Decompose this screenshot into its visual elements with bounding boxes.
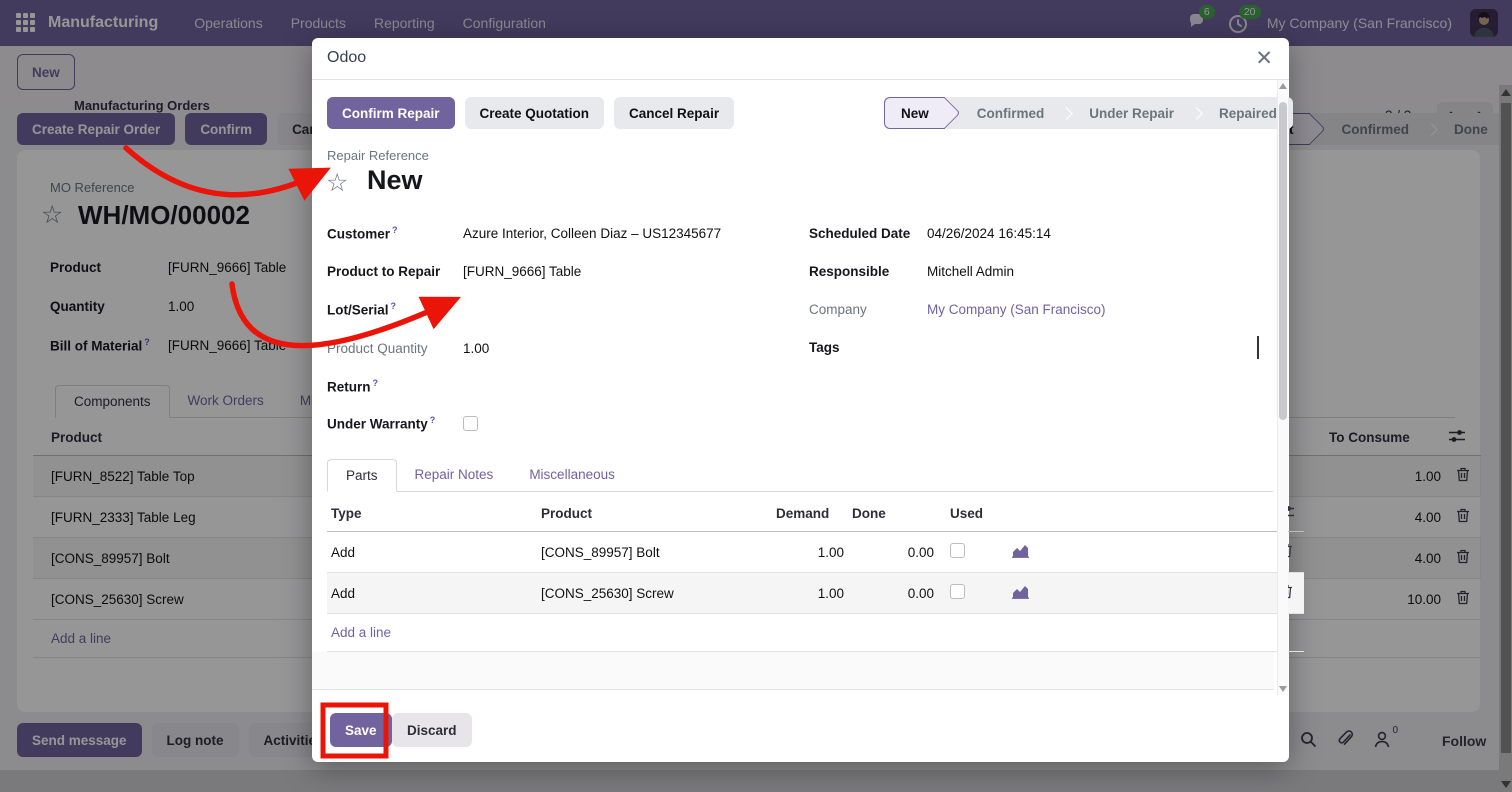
dialog-footer: Save Discard [312,690,1289,762]
repair-reference-value: New [367,165,423,196]
cancel-repair-button[interactable]: Cancel Repair [614,97,734,129]
parts-row[interactable]: Add [CONS_25630] Screw 1.00 0.00 [327,573,1304,614]
part-product[interactable]: [CONS_25630] Screw [537,573,772,614]
lot-serial-label: Lot/Serial [327,302,389,317]
part-done[interactable]: 0.00 [848,573,938,614]
used-checkbox[interactable] [950,584,965,599]
tags-text-cursor [1257,336,1259,359]
part-type[interactable]: Add [327,532,537,573]
product-to-repair-value[interactable]: [FURN_9666] Table [463,264,581,279]
status-new[interactable]: New [884,97,945,129]
product-quantity-label: Product Quantity [327,341,463,356]
close-icon[interactable]: ✕ [1255,46,1273,71]
customer-value[interactable]: Azure Interior, Colleen Diaz – US1234567… [463,226,730,241]
parts-row[interactable]: Add [CONS_89957] Bolt 1.00 0.00 [327,532,1304,573]
part-demand[interactable]: 1.00 [772,573,848,614]
forecast-report-icon[interactable] [1008,532,1268,573]
customer-label: Customer [327,226,390,241]
responsible-value[interactable]: Mitchell Admin [927,264,1014,279]
repair-reference-label: Repair Reference [327,148,429,163]
return-label: Return [327,379,371,394]
repair-order-dialog: Odoo ✕ Confirm Repair Create Quotation C… [312,38,1289,762]
tab-repair-notes[interactable]: Repair Notes [397,459,512,491]
company-value[interactable]: My Company (San Francisco) [927,302,1106,317]
favorite-star-icon[interactable]: ☆ [326,168,348,198]
scheduled-date-label: Scheduled Date [809,226,927,241]
status-confirmed[interactable]: Confirmed [961,106,1061,121]
part-type[interactable]: Add [327,573,537,614]
save-button[interactable]: Save [330,713,392,747]
product-to-repair-label: Product to Repair [327,264,463,279]
tab-miscellaneous[interactable]: Miscellaneous [511,459,633,491]
col-demand[interactable]: Demand [772,496,848,532]
add-a-line-link[interactable]: Add a line [331,625,391,640]
status-separator-icon [1060,107,1073,120]
col-used[interactable]: Used [938,496,1008,532]
company-label: Company [809,302,927,317]
tags-label: Tags [809,340,927,355]
forecast-report-icon[interactable] [1008,573,1268,614]
scroll-down-icon[interactable] [1279,686,1287,692]
notebook-empty-area [312,652,1274,690]
dialog-title: Odoo [327,49,366,67]
dialog-scrollbar[interactable] [1277,80,1288,695]
under-warranty-label: Under Warranty [327,416,428,431]
help-icon[interactable]: ? [392,225,398,235]
under-warranty-checkbox[interactable] [463,416,478,431]
dialog-header: Odoo ✕ [312,38,1289,80]
confirm-repair-button[interactable]: Confirm Repair [327,97,455,129]
scheduled-date-value[interactable]: 04/26/2024 16:45:14 [927,226,1051,241]
discard-button[interactable]: Discard [392,713,472,747]
part-product[interactable]: [CONS_89957] Bolt [537,532,772,573]
col-done[interactable]: Done [848,496,938,532]
status-separator-icon [1190,107,1203,120]
product-quantity-value: 1.00 [463,341,489,356]
dialog-scrollbar-thumb[interactable] [1279,102,1287,420]
repair-statusbar: New Confirmed Under Repair Repaired [884,97,1293,129]
part-done[interactable]: 0.00 [848,532,938,573]
part-demand[interactable]: 1.00 [772,532,848,573]
tab-parts[interactable]: Parts [327,459,397,492]
responsible-label: Responsible [809,264,927,279]
col-type[interactable]: Type [327,496,537,532]
used-checkbox[interactable] [950,543,965,558]
col-product[interactable]: Product [537,496,772,532]
help-icon[interactable]: ? [373,378,379,388]
scroll-up-icon[interactable] [1279,83,1287,89]
create-quotation-button[interactable]: Create Quotation [465,97,605,129]
status-under-repair[interactable]: Under Repair [1073,106,1190,121]
help-icon[interactable]: ? [391,301,397,311]
help-icon[interactable]: ? [430,415,436,425]
